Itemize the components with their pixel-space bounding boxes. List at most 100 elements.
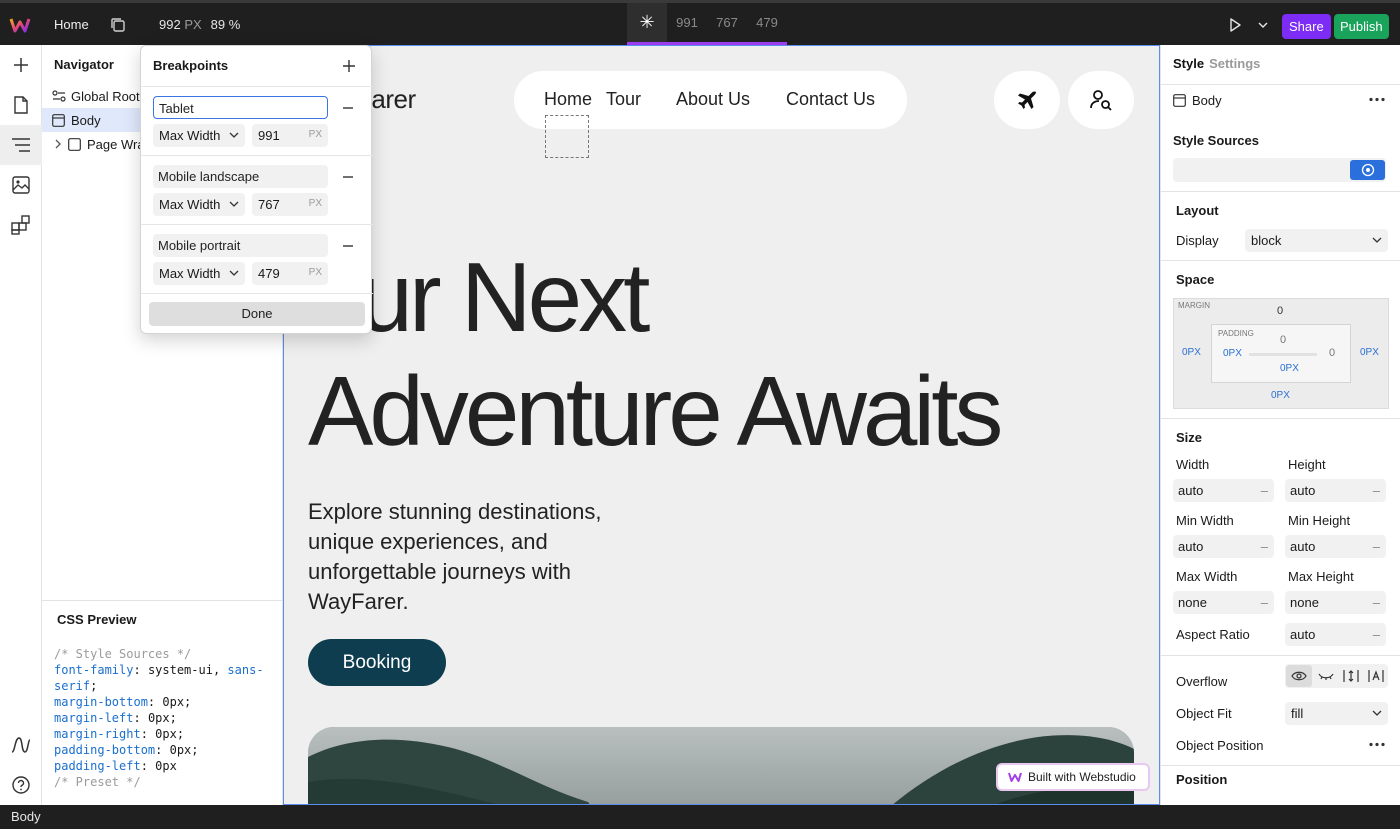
add-breakpoint-plus-icon[interactable] xyxy=(341,58,357,74)
design-canvas[interactable]: Farer Home Tour About Us Contact Us our … xyxy=(283,45,1160,805)
user-search-button[interactable] xyxy=(1068,71,1134,129)
site-nav-contact[interactable]: Contact Us xyxy=(786,89,875,110)
local-style-source-button[interactable] xyxy=(1350,160,1385,180)
css-prop: padding-bottom xyxy=(54,743,156,757)
breakpoint-row: Mobile portrait Max Width 479 PX xyxy=(141,224,373,293)
breakpoint-value-input[interactable]: 479 PX xyxy=(252,262,328,285)
help-icon[interactable] xyxy=(0,765,42,805)
display-select[interactable]: block xyxy=(1245,229,1388,252)
flight-button[interactable] xyxy=(994,71,1060,129)
object-fit-value: fill xyxy=(1291,706,1304,721)
chevron-right-icon[interactable] xyxy=(54,139,62,149)
page-selector[interactable]: Home xyxy=(54,17,89,32)
copy-pages-icon[interactable] xyxy=(110,17,126,33)
breakpoint-767[interactable]: 767 xyxy=(707,3,747,45)
apps-marketplace-icon[interactable] xyxy=(0,205,42,245)
remove-breakpoint-minus-icon[interactable] xyxy=(341,170,355,184)
unit-label: PX xyxy=(308,198,322,209)
space-heading: Space xyxy=(1176,272,1215,287)
padding-bottom-value[interactable]: 0PX xyxy=(1280,363,1299,374)
breadcrumb[interactable]: Body xyxy=(11,809,41,824)
animation-curve-icon[interactable] xyxy=(0,725,42,765)
navigator-icon[interactable] xyxy=(0,125,42,165)
more-options-icon[interactable] xyxy=(1369,97,1385,102)
overflow-hidden-eye-closed-icon[interactable] xyxy=(1313,665,1338,687)
breakpoint-name-input[interactable]: Mobile portrait xyxy=(153,234,328,257)
breakpoints-title: Breakpoints xyxy=(153,58,229,73)
done-button[interactable]: Done xyxy=(149,302,365,326)
overflow-scroll-icon[interactable] xyxy=(1338,665,1363,687)
overflow-auto-icon[interactable] xyxy=(1363,665,1388,687)
position-heading: Position xyxy=(1176,772,1228,787)
site-nav-home[interactable]: Home xyxy=(544,89,592,110)
min-height-input[interactable]: auto – xyxy=(1285,535,1386,558)
max-width-value: none xyxy=(1178,595,1207,610)
spacing-box-model[interactable]: MARGIN 0 0PX 0PX 0PX PADDING 0 0PX 0 0PX xyxy=(1173,298,1389,409)
breakpoint-value-input[interactable]: 767 PX xyxy=(252,193,328,216)
hero-heading-line-2[interactable]: Adventure Awaits xyxy=(308,356,1003,466)
breakpoint-value-input[interactable]: 991 PX xyxy=(252,124,328,147)
margin-right-value[interactable]: 0PX xyxy=(1360,347,1379,358)
padding-left-value[interactable]: 0PX xyxy=(1223,348,1242,359)
built-with-webstudio-badge[interactable]: Built with Webstudio xyxy=(996,763,1150,791)
box-icon xyxy=(68,137,81,151)
site-nav-about[interactable]: About Us xyxy=(676,89,750,110)
style-panel: Style Settings Body Style Sources Layout … xyxy=(1160,45,1400,805)
webstudio-logo-icon[interactable] xyxy=(9,14,31,36)
breakpoint-condition-select[interactable]: Max Width xyxy=(153,262,245,285)
breakpoint-condition-select[interactable]: Max Width xyxy=(153,124,245,147)
add-component-icon[interactable] xyxy=(0,45,42,85)
hero-subtitle[interactable]: Explore stunning destinations, unique ex… xyxy=(308,497,628,617)
chevron-down-icon[interactable] xyxy=(1257,19,1269,31)
site-nav-tour[interactable]: Tour xyxy=(606,89,641,110)
position-section: Position xyxy=(1161,765,1400,805)
css-value: 0px; xyxy=(147,711,177,725)
layout-section: Layout Display block xyxy=(1161,191,1400,261)
overflow-visible-eye-icon[interactable] xyxy=(1286,665,1312,687)
height-label: Height xyxy=(1288,457,1326,472)
breakpoint-name-input[interactable]: Mobile landscape xyxy=(153,165,328,188)
max-width-input[interactable]: none – xyxy=(1173,591,1274,614)
more-options-icon[interactable] xyxy=(1369,742,1385,747)
css-value: system-ui, xyxy=(147,663,228,677)
chevron-down-icon xyxy=(229,201,239,207)
margin-left-value[interactable]: 0PX xyxy=(1182,347,1201,358)
aspect-ratio-input[interactable]: auto – xyxy=(1285,623,1386,646)
css-prop: margin-right xyxy=(54,727,141,741)
display-value: block xyxy=(1251,233,1282,248)
margin-label: MARGIN xyxy=(1178,301,1210,310)
publish-button[interactable]: Publish xyxy=(1334,14,1389,39)
max-height-input[interactable]: none – xyxy=(1285,591,1386,614)
margin-top-value[interactable]: 0 xyxy=(1277,305,1283,317)
breakpoint-bar: ✳ 991 767 479 xyxy=(627,3,787,45)
remove-breakpoint-minus-icon[interactable] xyxy=(341,101,355,115)
padding-top-value[interactable]: 0 xyxy=(1280,334,1286,346)
breakpoint-condition-select[interactable]: Max Width xyxy=(153,193,245,216)
breakpoint-991[interactable]: 991 xyxy=(667,3,707,45)
user-search-icon xyxy=(1090,90,1112,111)
margin-bottom-value[interactable]: 0PX xyxy=(1271,390,1290,401)
breakpoint-name-input[interactable]: Tablet xyxy=(153,96,328,119)
preview-play-icon[interactable] xyxy=(1227,17,1243,33)
divider xyxy=(1161,84,1400,85)
padding-right-value[interactable]: 0 xyxy=(1329,347,1335,359)
unit-label: PX xyxy=(308,129,322,140)
width-input[interactable]: auto – xyxy=(1173,479,1274,502)
min-height-value: auto xyxy=(1290,539,1316,554)
object-fit-select[interactable]: fill xyxy=(1285,702,1388,725)
remove-breakpoint-minus-icon[interactable] xyxy=(341,239,355,253)
breakpoint-479[interactable]: 479 xyxy=(747,3,787,45)
min-height-label: Min Height xyxy=(1288,513,1351,528)
assets-image-icon[interactable] xyxy=(0,165,42,205)
tab-style[interactable]: Style xyxy=(1173,56,1204,71)
zoom-level[interactable]: 89 % xyxy=(211,17,241,32)
nav-item-label: Page Wra xyxy=(87,136,145,152)
pages-icon[interactable] xyxy=(0,85,42,125)
booking-button[interactable]: Booking xyxy=(308,639,446,686)
share-button[interactable]: Share xyxy=(1282,14,1331,39)
tab-settings[interactable]: Settings xyxy=(1209,56,1260,71)
body-box-icon xyxy=(1173,94,1186,107)
min-width-input[interactable]: auto – xyxy=(1173,535,1274,558)
base-breakpoint-asterisk-icon[interactable]: ✳ xyxy=(627,3,667,45)
height-input[interactable]: auto – xyxy=(1285,479,1386,502)
